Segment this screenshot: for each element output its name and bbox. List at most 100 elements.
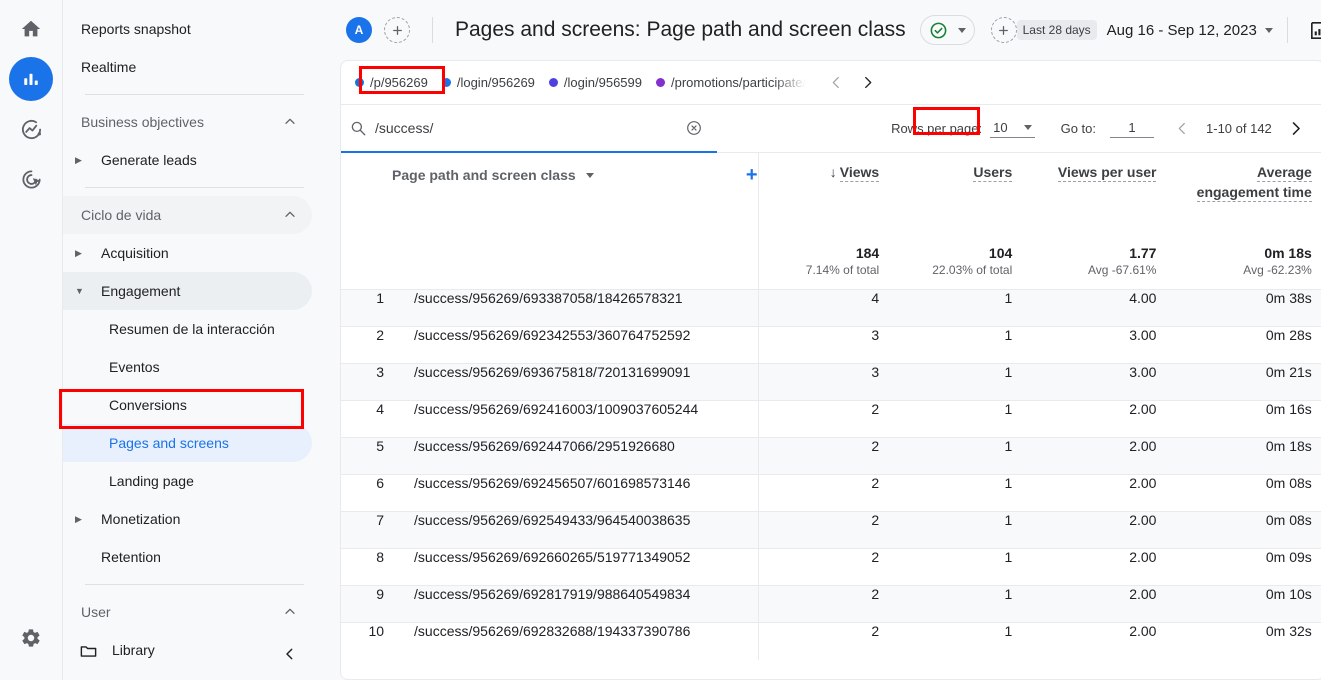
avatar-initial: A xyxy=(354,23,364,37)
row-users: 1 xyxy=(891,548,1025,586)
sidebar-section-user[interactable]: User xyxy=(63,593,312,631)
totals-subtext: 7.14% of total xyxy=(805,263,880,277)
row-users: 1 xyxy=(891,400,1025,438)
rows-per-page-select[interactable]: 10 xyxy=(990,120,1035,138)
sidebar-group-generate-leads[interactable]: ▶ Generate leads xyxy=(63,141,312,179)
table-row[interactable]: 9/success/956269/692817919/988640549834 2… xyxy=(341,585,1321,623)
sidebar-item-landing-page[interactable]: Landing page xyxy=(63,462,312,500)
table-row[interactable]: 3/success/956269/693675818/720131699091 3… xyxy=(341,363,1321,401)
row-page-path[interactable]: /success/956269/692447066/2951926680 xyxy=(392,437,759,475)
row-page-path[interactable]: /success/956269/692817919/988640549834 xyxy=(392,585,759,623)
legend-item[interactable]: /p/956269 xyxy=(355,75,428,90)
legend-item[interactable]: /login/956599 xyxy=(548,75,642,90)
avatar[interactable]: A xyxy=(346,17,372,43)
triangle-down-icon[interactable] xyxy=(1264,27,1273,33)
add-comparison-icon[interactable] xyxy=(384,17,410,43)
sidebar-section-business-objectives[interactable]: Business objectives xyxy=(63,103,312,141)
edit-chart-icon[interactable] xyxy=(1308,19,1321,42)
sidebar-item-conversions[interactable]: Conversions xyxy=(63,386,312,424)
metric-header-label: Views per user xyxy=(1057,164,1157,182)
row-engagement-time: 0m 38s xyxy=(1168,289,1321,327)
row-page-path[interactable]: /success/956269/692416003/1009037605244 xyxy=(392,400,759,438)
row-page-path[interactable]: /success/956269/692832688/194337390786 xyxy=(392,622,759,660)
explore-icon[interactable] xyxy=(9,107,53,151)
table-row[interactable]: 6/success/956269/692456507/601698573146 2… xyxy=(341,474,1321,512)
row-page-path[interactable]: /success/956269/692456507/601698573146 xyxy=(392,474,759,512)
row-engagement-time: 0m 09s xyxy=(1168,548,1321,586)
close-circle-icon[interactable] xyxy=(685,119,703,137)
metric-header-views[interactable]: ↓ Views xyxy=(757,153,892,245)
previous-page-button[interactable] xyxy=(1168,115,1196,143)
table-row[interactable]: 5/success/956269/692447066/2951926680 2 1 2… xyxy=(341,437,1321,475)
goto-page-input[interactable] xyxy=(1110,119,1155,138)
pagination-controls: Rows per page: 10 Go to: 1-10 of 142 xyxy=(717,105,1321,153)
row-page-path[interactable]: /success/956269/692549433/964540038635 xyxy=(392,511,759,549)
table-row[interactable]: 1/success/956269/693387058/18426578321 4 1… xyxy=(341,289,1321,327)
sidebar-item-realtime[interactable]: Realtime xyxy=(63,48,312,86)
settings-gear-icon[interactable] xyxy=(9,616,53,660)
legend-label: /p/956269 xyxy=(370,75,428,90)
row-page-path[interactable]: /success/956269/693387058/18426578321 xyxy=(392,289,759,327)
sidebar-item-label: Realtime xyxy=(81,59,137,75)
row-users: 1 xyxy=(891,326,1025,364)
metric-header-users[interactable]: Users xyxy=(891,153,1024,245)
row-engagement-time: 0m 21s xyxy=(1168,363,1321,401)
metric-header-views-per-user[interactable]: Views per user xyxy=(1024,153,1168,245)
caret-right-icon: ▶ xyxy=(75,513,82,524)
row-views: 2 xyxy=(757,511,892,549)
sidebar-item-library[interactable]: Library xyxy=(63,631,312,669)
table-row[interactable]: 7/success/956269/692549433/964540038635 2… xyxy=(341,511,1321,549)
add-segment-icon[interactable] xyxy=(990,17,1017,43)
table-row[interactable]: 10/success/956269/692832688/194337390786… xyxy=(341,622,1321,660)
advertising-icon[interactable] xyxy=(9,157,53,201)
table-header-row: Page path and screen class + ↓ Views Use… xyxy=(341,153,1321,245)
report-status-chip[interactable] xyxy=(919,15,975,45)
table-row[interactable]: 8/success/956269/692660265/519771349052 2… xyxy=(341,548,1321,586)
metric-header-average-engagement-time[interactable]: Average engagement time xyxy=(1168,153,1321,245)
sidebar-divider xyxy=(85,187,304,188)
totals-dimension-cell xyxy=(392,245,758,290)
sidebar-section-ciclo-de-vida[interactable]: Ciclo de vida xyxy=(63,196,312,234)
next-page-button[interactable] xyxy=(1282,115,1310,143)
row-page-path[interactable]: /success/956269/693675818/720131699091 xyxy=(392,363,759,401)
row-rank: 8 xyxy=(341,548,393,586)
totals-value: 0m 18s xyxy=(1264,245,1312,261)
row-views: 2 xyxy=(757,400,892,438)
row-views-per-user: 3.00 xyxy=(1024,326,1169,364)
add-dimension-icon[interactable]: + xyxy=(740,165,758,185)
table-row[interactable]: 2/success/956269/692342553/360764752592 3… xyxy=(341,326,1321,364)
sidebar-item-resumen-de-la-interaccion[interactable]: Resumen de la interacción xyxy=(63,310,312,348)
date-preset-chip[interactable]: Last 28 days xyxy=(1016,20,1097,40)
triangle-down-icon[interactable] xyxy=(585,172,594,178)
arrow-down-icon: ↓ xyxy=(829,164,837,180)
row-views: 3 xyxy=(757,363,892,401)
sidebar-collapse-button[interactable] xyxy=(278,642,302,666)
sidebar-group-engagement[interactable]: ▼ Engagement xyxy=(63,272,312,310)
row-views-per-user: 2.00 xyxy=(1024,548,1169,586)
sidebar-group-monetization[interactable]: ▶ Monetization xyxy=(63,500,312,538)
sidebar-group-acquisition[interactable]: ▶ Acquisition xyxy=(63,234,312,272)
table-row[interactable]: 4/success/956269/692416003/1009037605244… xyxy=(341,400,1321,438)
legend-item[interactable]: /promotions/participate/ xyxy=(656,75,806,90)
row-engagement-time: 0m 32s xyxy=(1168,622,1321,660)
reports-icon[interactable] xyxy=(9,57,53,101)
row-page-path[interactable]: /success/956269/692342553/360764752592 xyxy=(392,326,759,364)
dimension-header-label[interactable]: Page path and screen class xyxy=(392,167,576,183)
row-users: 1 xyxy=(891,437,1025,475)
row-engagement-time: 0m 10s xyxy=(1168,585,1321,623)
sidebar-item-eventos[interactable]: Eventos xyxy=(63,348,312,386)
sidebar-group-retention[interactable]: Retention xyxy=(63,538,312,576)
home-icon[interactable] xyxy=(9,7,53,51)
totals-value: 1.77 xyxy=(1129,245,1157,261)
legend-color-dot xyxy=(548,78,558,87)
chevron-left-icon[interactable] xyxy=(828,74,845,91)
sidebar-item-pages-and-screens[interactable]: Pages and screens xyxy=(63,424,312,462)
date-range-text[interactable]: Aug 16 - Sep 12, 2023 xyxy=(1107,22,1257,39)
search-input[interactable] xyxy=(367,105,685,151)
chevron-right-icon[interactable] xyxy=(859,74,876,91)
row-users: 1 xyxy=(891,511,1025,549)
row-users: 1 xyxy=(891,474,1025,512)
sidebar-item-reports-snapshot[interactable]: Reports snapshot xyxy=(63,10,312,48)
legend-item[interactable]: /login/956269 xyxy=(441,75,535,90)
row-page-path[interactable]: /success/956269/692660265/519771349052 xyxy=(392,548,759,586)
